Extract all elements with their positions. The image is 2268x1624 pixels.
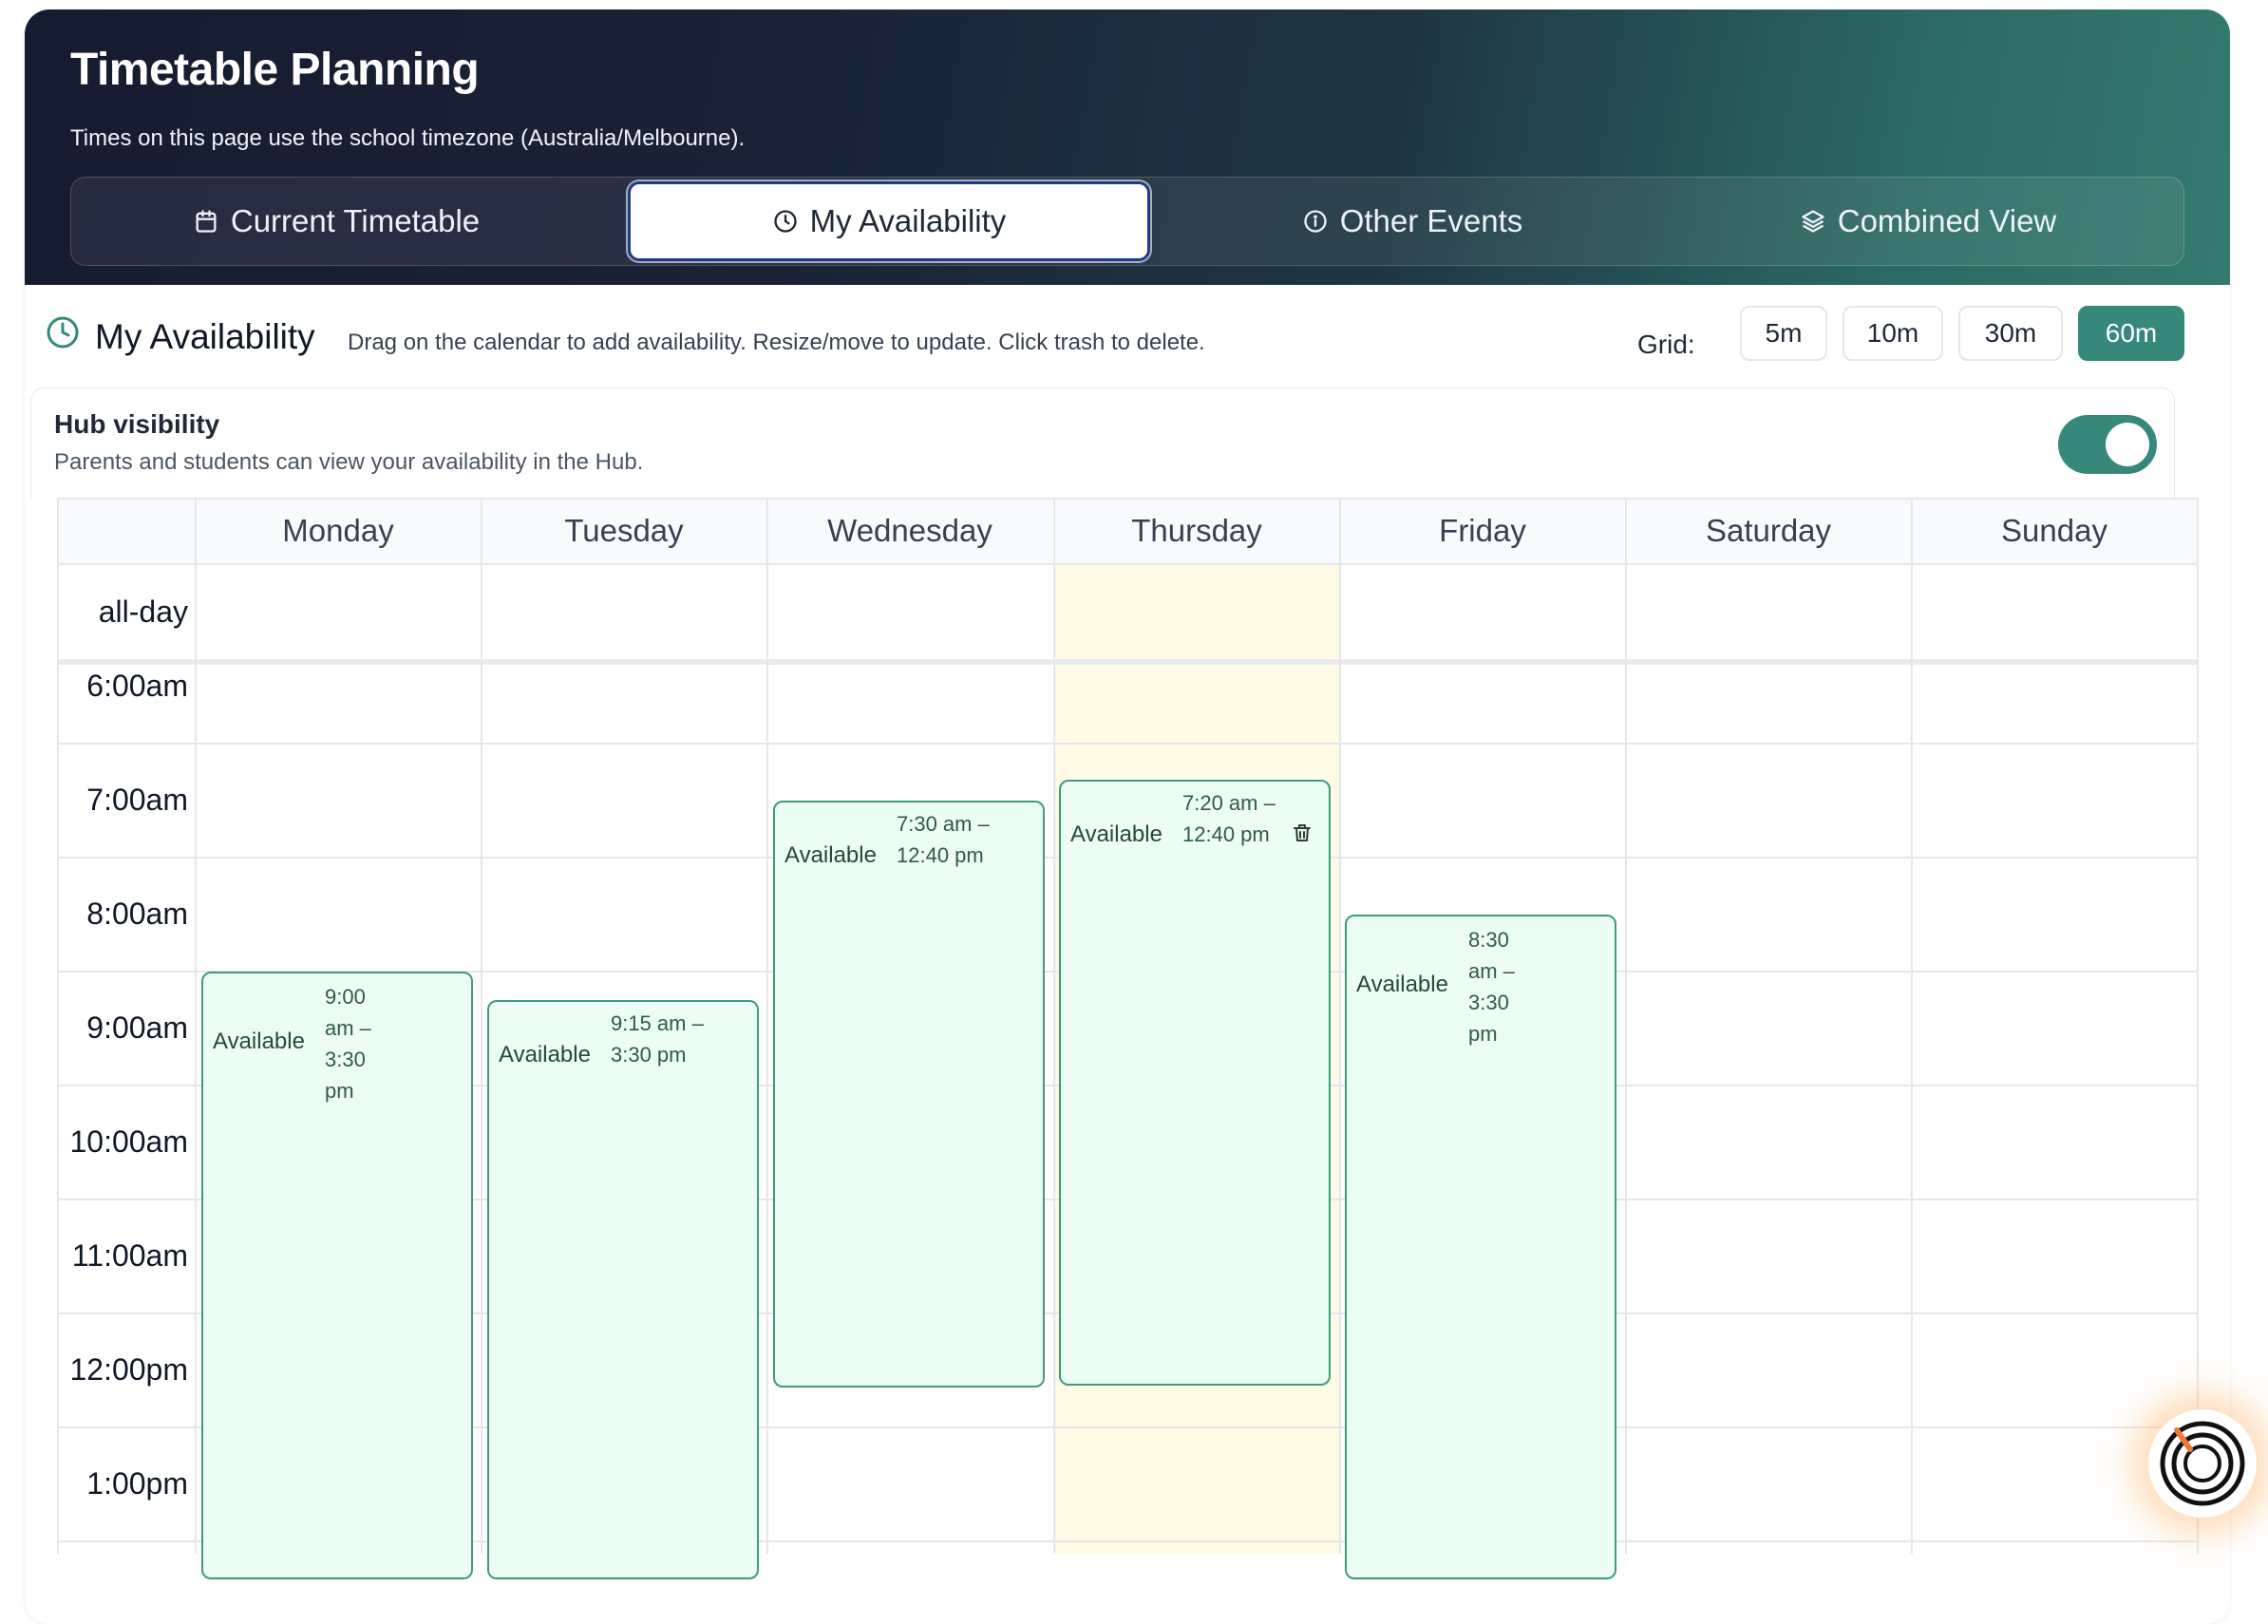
time-label-8am: 8:00am <box>86 897 188 931</box>
target-icon <box>2160 1421 2245 1506</box>
all-day-divider <box>58 659 2198 665</box>
event-label: Available <box>1070 821 1162 847</box>
day-header-monday: Monday <box>196 499 481 563</box>
grid-line <box>58 563 2198 565</box>
availability-event-monday[interactable]: Available 9:00 am – 3:30 pm <box>201 972 473 1579</box>
hour-line <box>58 743 2198 745</box>
day-header-saturday: Saturday <box>1626 499 1911 563</box>
time-label-9am: 9:00am <box>86 1010 188 1045</box>
day-header-tuesday: Tuesday <box>482 499 766 563</box>
event-time: 8:30 am – 3:30 pm <box>1468 928 1515 1046</box>
event-time: 9:15 am – 3:30 pm <box>611 1011 704 1067</box>
day-header-wednesday: Wednesday <box>767 499 1052 563</box>
time-gutter-header <box>58 499 195 563</box>
grid-line <box>1053 498 1055 1554</box>
event-label: Available <box>499 1042 591 1067</box>
availability-event-tuesday[interactable]: Available 9:15 am – 3:30 pm <box>487 1000 759 1579</box>
day-header-thursday: Thursday <box>1054 499 1339 563</box>
time-label-7am: 7:00am <box>86 783 188 817</box>
time-label-6am: 6:00am <box>86 669 188 703</box>
day-header-friday: Friday <box>1340 499 1625 563</box>
event-time: 7:30 am – 12:40 pm <box>897 812 990 867</box>
time-label-11am: 11:00am <box>71 1238 188 1273</box>
time-label-10am: 10:00am <box>69 1124 188 1159</box>
grid-line <box>195 498 197 1554</box>
day-header-sunday: Sunday <box>1912 499 2197 563</box>
time-label-1pm: 1:00pm <box>86 1466 188 1501</box>
event-label: Available <box>1356 972 1448 997</box>
availability-event-wednesday[interactable]: Available 7:30 am – 12:40 pm <box>773 801 1045 1388</box>
week-calendar: Monday Tuesday Wednesday Thursday Friday… <box>0 0 2268 1579</box>
grid-line <box>2197 498 2199 1554</box>
grid-line <box>481 498 482 1554</box>
grid-line <box>58 498 2198 500</box>
trash-icon[interactable] <box>1291 821 1314 844</box>
all-day-label: all-day <box>98 595 188 629</box>
grid-line <box>766 498 768 1554</box>
grid-line <box>1339 498 1341 1554</box>
time-label-12pm: 12:00pm <box>69 1352 188 1387</box>
event-label: Available <box>784 842 877 868</box>
event-time: 9:00 am – 3:30 pm <box>325 985 371 1103</box>
assistant-launcher-button[interactable] <box>2148 1409 2257 1518</box>
grid-line <box>1625 498 1627 1554</box>
grid-line <box>1911 498 1913 1554</box>
event-label: Available <box>213 1029 305 1054</box>
availability-event-friday[interactable]: Available 8:30 am – 3:30 pm <box>1345 915 1616 1579</box>
availability-event-thursday[interactable]: Available 7:20 am – 12:40 pm <box>1059 780 1331 1386</box>
